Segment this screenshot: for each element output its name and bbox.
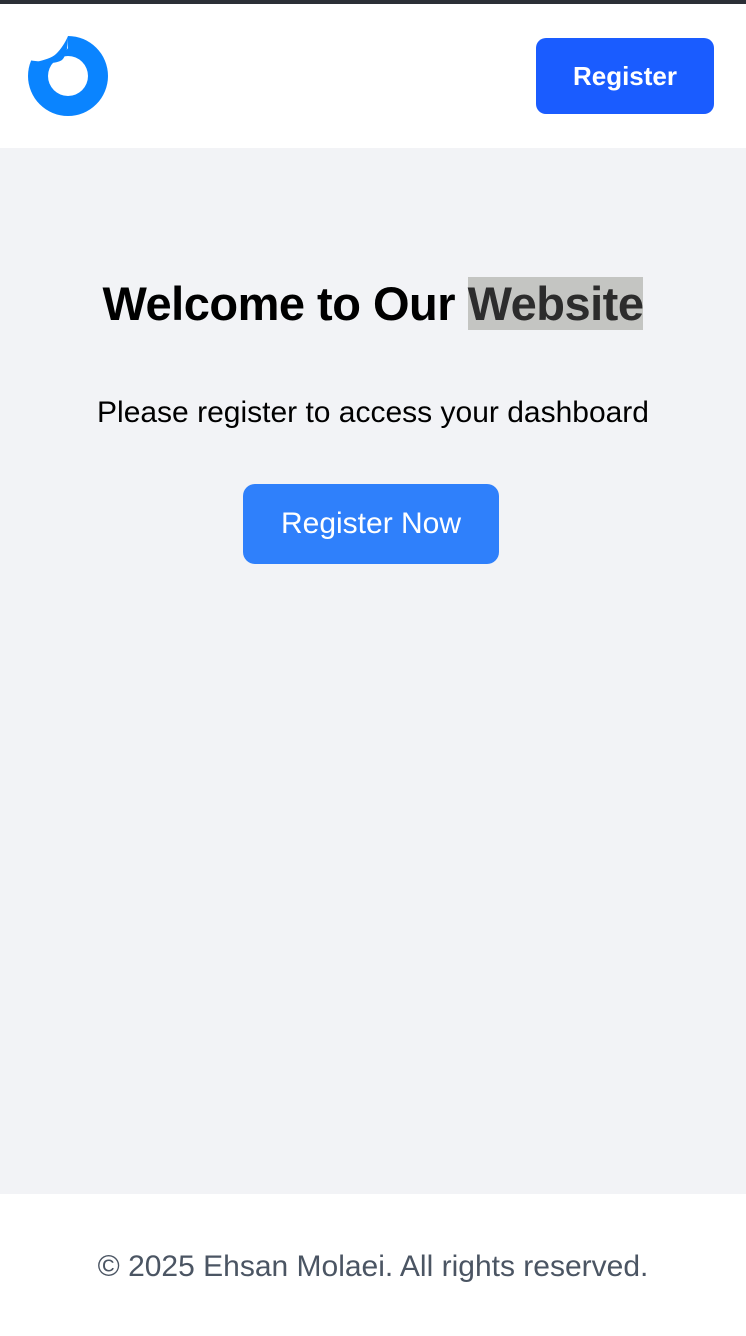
register-now-button[interactable]: Register Now: [243, 484, 499, 564]
title-highlight: Website: [467, 277, 644, 330]
copyright-text: © 2025 Ehsan Molaei. All rights reserved…: [97, 1250, 649, 1283]
main-content: Welcome to Our Website Please register t…: [0, 148, 746, 1194]
page-subtitle: Please register to access your dashboard: [97, 396, 649, 429]
site-header: Register: [0, 4, 746, 148]
circular-logo-icon: [28, 36, 108, 116]
logo-link[interactable]: [28, 36, 108, 116]
title-prefix: Welcome to Our: [102, 277, 468, 330]
site-footer: © 2025 Ehsan Molaei. All rights reserved…: [0, 1194, 746, 1336]
register-button[interactable]: Register: [536, 38, 714, 114]
page-title: Welcome to Our Website: [0, 272, 746, 336]
